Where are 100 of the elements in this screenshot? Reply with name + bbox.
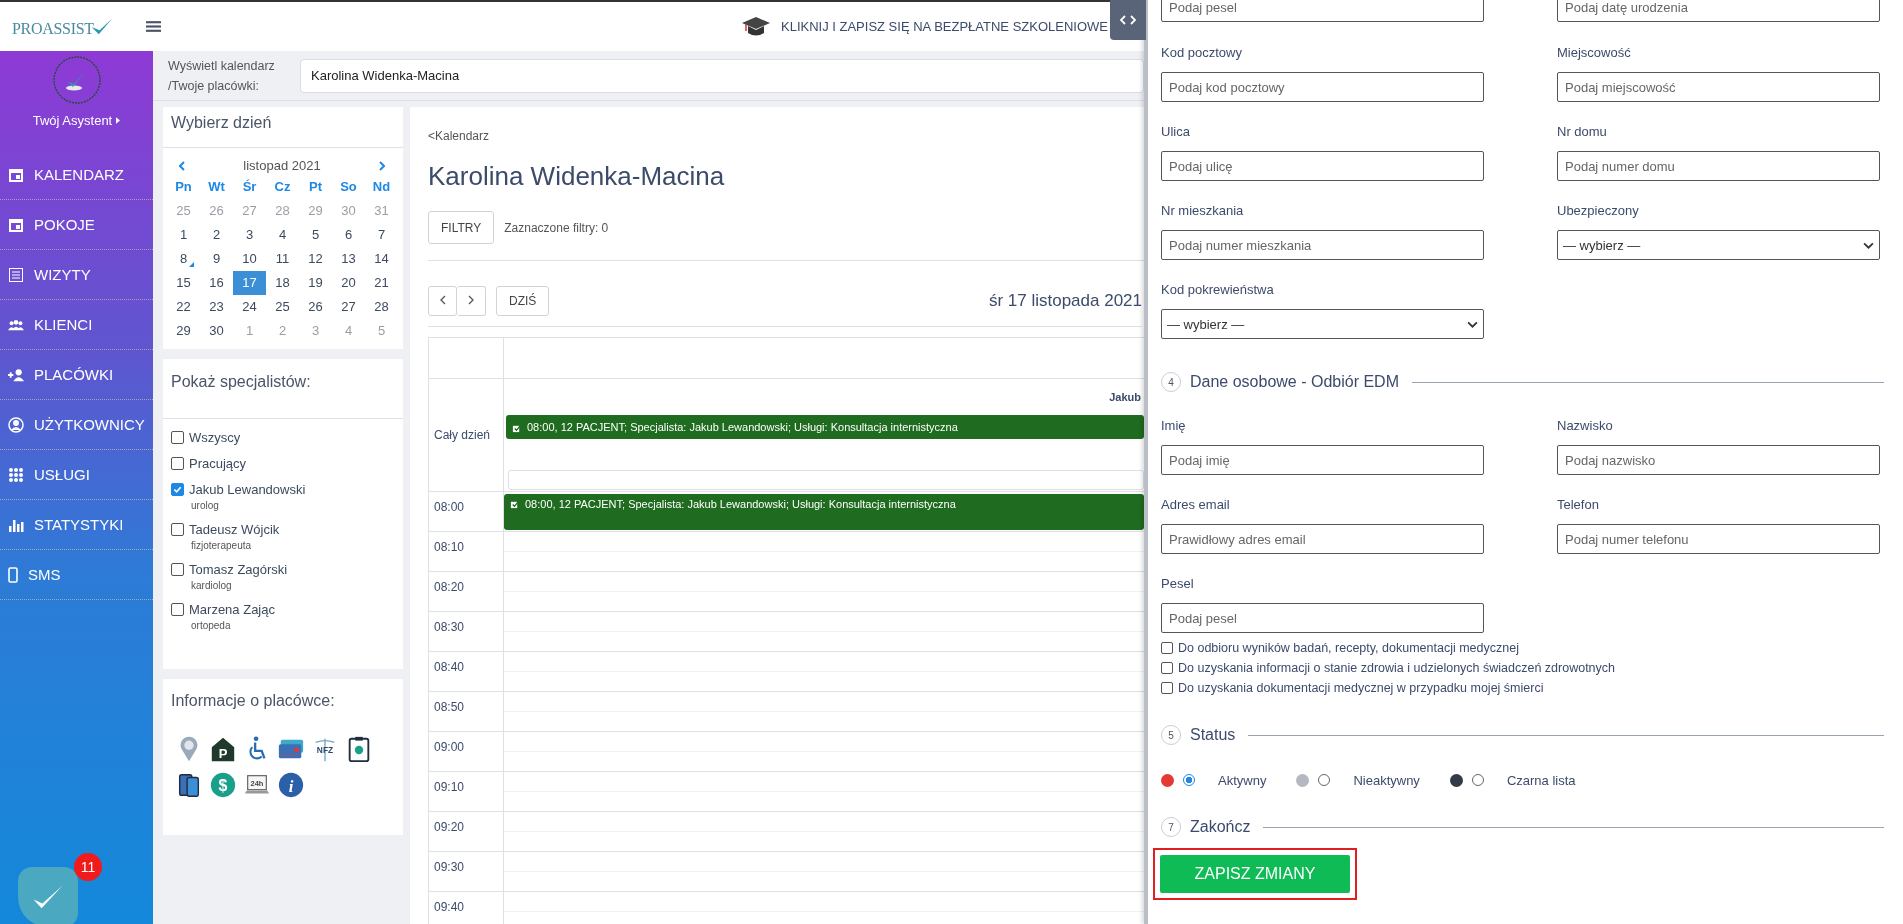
checkbox[interactable] [1161,662,1173,674]
weekday-label: Cz [273,178,292,196]
calendar-day[interactable]: 9 [200,247,233,271]
sidebar-item[interactable]: SMS [0,550,153,600]
input-field[interactable]: Podaj kod pocztowy [1161,72,1484,102]
calendar-select[interactable]: Karolina Widenka-Macina [300,58,1144,93]
calendar-day[interactable]: 12 [299,247,332,271]
calendar-day[interactable]: 17 [233,271,266,295]
list-icon [8,266,24,283]
calendar-event[interactable]: 08:00, 12 PACJENT; Specjalista: Jakub Lewandowski; Usługi: Konsultacja internistyczna [504,494,1144,530]
calendar-icon [8,216,24,233]
calendar-day[interactable]: 8 [167,247,200,271]
time-label: 08:50 [433,699,465,714]
input-field[interactable]: Podaj numer mieszkania [1161,230,1484,260]
time-label: 09:30 [433,859,465,874]
calendar-day[interactable]: 7 [365,223,398,247]
radio-button[interactable] [1183,774,1195,786]
assistant-avatar-icon[interactable] [51,55,102,105]
input-field[interactable]: Podaj numer telefonu [1557,524,1880,554]
calendar-day[interactable]: 15 [167,271,200,295]
weekday-label: Pn [174,178,193,196]
calendar-day[interactable]: 24 [233,295,266,319]
specialist-role: kardiolog [191,579,233,593]
calendar-day[interactable]: 4 [266,223,299,247]
calendar-day[interactable]: 3 [233,223,266,247]
sidebar-item[interactable]: KLIENCI [0,300,153,350]
sidebar-item[interactable]: POKOJE [0,200,153,250]
calendar-day[interactable]: 25 [266,295,299,319]
add-user-icon [8,366,24,383]
calendar-day[interactable]: 6 [332,223,365,247]
filters-button[interactable]: FILTRY [428,211,495,244]
back-link[interactable]: <Kalendarz [428,129,490,143]
select-field[interactable]: — wybierz — [1557,230,1880,260]
calendar-day[interactable]: 27 [332,295,365,319]
calendar-day[interactable]: 20 [332,271,365,295]
calendar-day[interactable]: 5 [299,223,332,247]
input-field[interactable]: Podaj datę urodzenia [1557,0,1880,22]
sidebar-item[interactable]: STATYSTYKI [0,500,153,550]
field-label: Ulica [1161,123,1190,141]
sidebar-item[interactable]: WIZYTY [0,250,153,300]
training-banner-link[interactable]: KLIKNIJ I ZAPISZ SIĘ NA BEZPŁATNE SZKOLENIOWE [781,19,1108,34]
input-field[interactable]: Podaj miejscowość [1557,72,1880,102]
calendar-event[interactable]: 08:00, 12 PACJENT; Specjalista: Jakub Lewandowski; Usługi: Konsultacja internistyczna [506,415,1144,439]
menu-icon[interactable] [146,20,161,33]
input-field[interactable]: Podaj numer domu [1557,151,1880,181]
sidebar-item[interactable]: PLACÓWKI [0,350,153,400]
checkbox[interactable] [171,603,184,616]
input-field[interactable]: Prawidłowy adres email [1161,524,1484,554]
filters-count: Zaznaczone filtry: 0 [504,220,609,235]
checkbox[interactable] [171,431,184,444]
sidebar-item[interactable]: KALENDARZ [0,150,153,200]
calendar-day[interactable]: 1 [167,223,200,247]
radio-button[interactable] [1318,774,1331,786]
event-marker-icon [189,262,194,267]
column-header: Jakub [1109,391,1141,403]
calendar-day[interactable]: 21 [365,271,398,295]
calendar-day[interactable]: 16 [200,271,233,295]
calendar-day[interactable]: 11 [266,247,299,271]
checkbox[interactable] [1161,682,1173,694]
select-field[interactable]: — wybierz — [1161,309,1484,339]
dollar-icon: $ [209,771,237,799]
input-field[interactable]: Podaj nazwisko [1557,445,1880,475]
calendar-day[interactable]: 14 [365,247,398,271]
checkbox[interactable] [171,523,184,536]
calendar-day[interactable]: 13 [332,247,365,271]
calendar-day[interactable]: 30 [200,319,233,343]
notification-badge: 11 [74,853,102,881]
calendar-day[interactable]: 29 [167,319,200,343]
today-button[interactable]: DZIŚ [496,286,550,316]
panel-toggle-button[interactable] [1110,0,1146,40]
calendar-day[interactable]: 18 [266,271,299,295]
time-label: 08:30 [433,619,465,634]
next-month-icon[interactable] [379,160,385,171]
checkbox[interactable] [1161,642,1173,654]
time-label: 09:00 [433,739,465,754]
radio-button[interactable] [1471,774,1484,786]
assistant-label[interactable]: Twój Asystent [32,113,113,128]
input-field[interactable]: Podaj pesel [1161,603,1484,633]
calendar-day[interactable]: 10 [233,247,266,271]
sidebar-item[interactable]: USŁUGI [0,450,153,500]
sidebar-item[interactable]: UŻYTKOWNICY [0,400,153,450]
input-field[interactable]: Podaj ulicę [1161,151,1484,181]
logo: PROASSIST [0,15,128,38]
checkbox[interactable] [171,563,184,576]
chevrons-icon [1120,15,1136,25]
checkbox[interactable] [171,483,184,496]
calendar-day[interactable]: 2 [200,223,233,247]
calendar-day[interactable]: 23 [200,295,233,319]
phone-icon [8,566,18,583]
checkbox-icon [510,500,519,509]
input-field[interactable]: Podaj imię [1161,445,1484,475]
calendar-day[interactable]: 22 [167,295,200,319]
field-label: Miejscowość [1557,44,1631,62]
checkbox[interactable] [171,457,184,470]
input-field[interactable]: Podaj pesel [1161,0,1484,22]
previous-month-icon[interactable] [179,160,185,171]
all-day-label: Cały dzień [433,428,491,442]
calendar-day[interactable]: 28 [365,295,398,319]
calendar-day[interactable]: 26 [299,295,332,319]
calendar-day[interactable]: 19 [299,271,332,295]
